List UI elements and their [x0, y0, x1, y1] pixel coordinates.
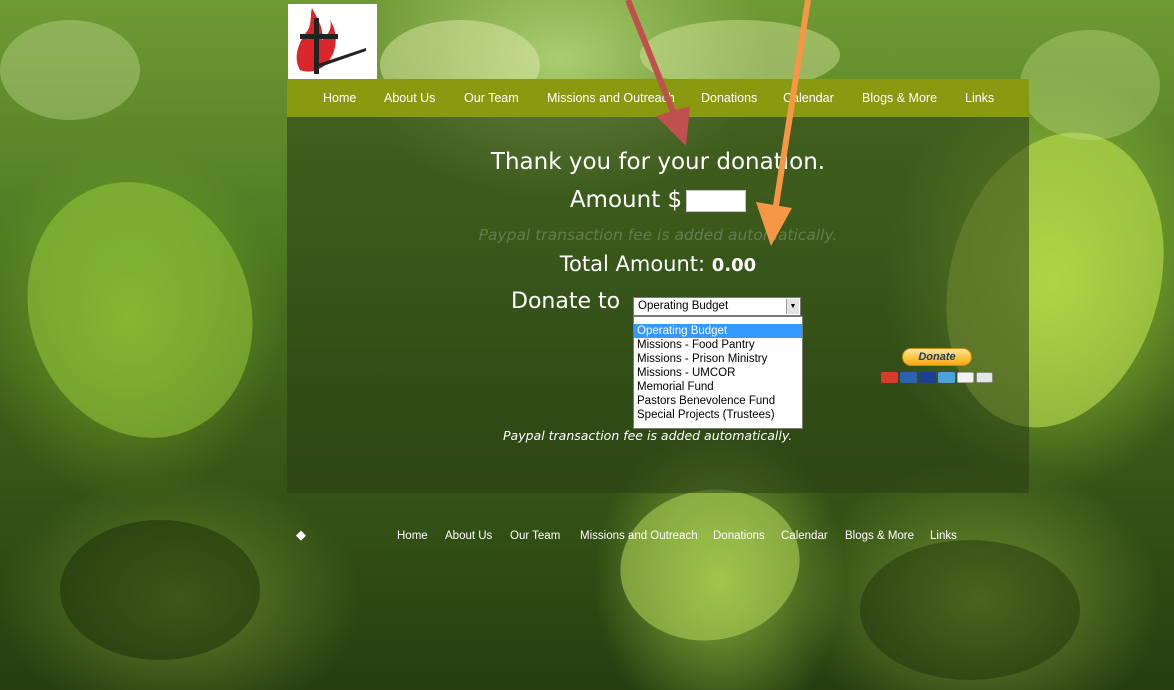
- annotation-arrows: [625, 0, 811, 246]
- red-arrowhead-icon: [656, 106, 690, 146]
- red-annotation-arrow: [625, 0, 681, 126]
- orange-annotation-arrow: [772, 0, 811, 213]
- orange-arrowhead-icon: [756, 202, 792, 246]
